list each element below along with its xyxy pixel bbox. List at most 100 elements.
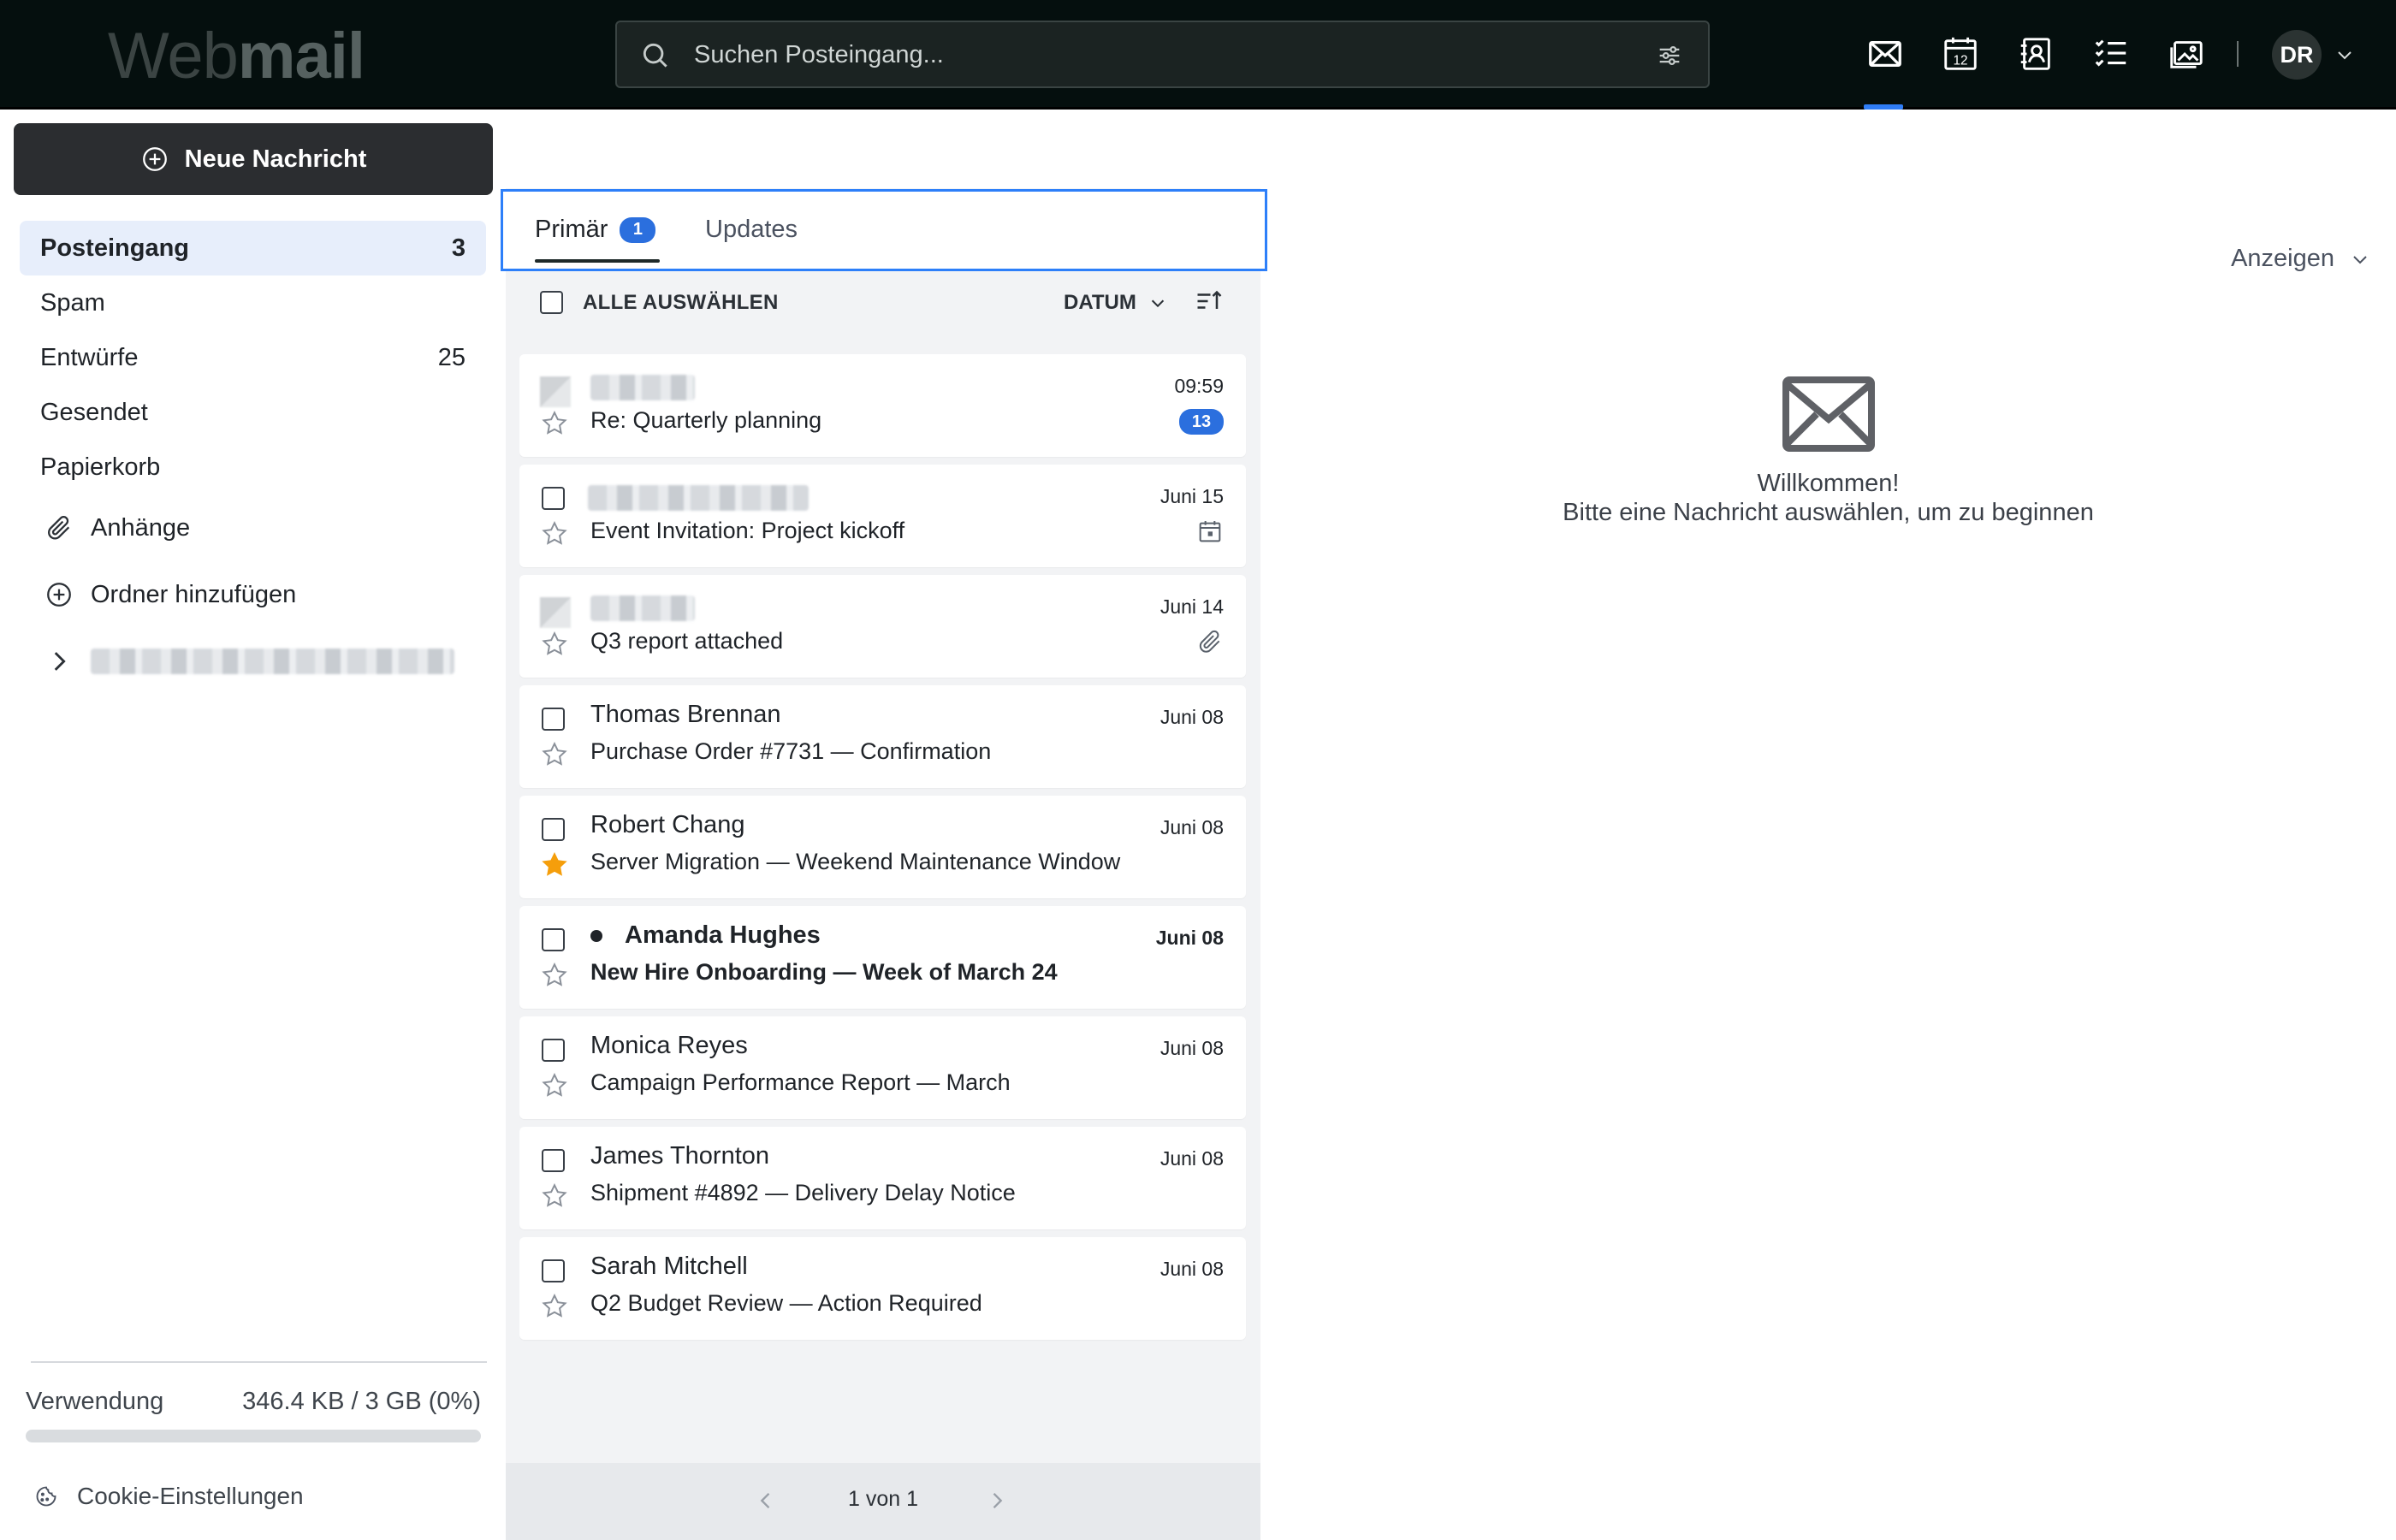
message-row[interactable]: Event Invitation: Project kickoff Juni 1… xyxy=(519,465,1246,567)
pagination: 1 von 1 xyxy=(506,1463,1260,1540)
message-row[interactable]: Robert Chang Server Migration — Weekend … xyxy=(519,796,1246,898)
folder-spam[interactable]: Spam xyxy=(20,275,486,330)
star-icon[interactable] xyxy=(540,1292,569,1321)
attachments-label: Anhänge xyxy=(91,513,191,542)
star-icon[interactable] xyxy=(540,519,569,548)
message-subject: New Hire Onboarding — Week of March 24 xyxy=(590,959,1058,985)
folder-label: Entwürfe xyxy=(40,343,139,371)
message-row[interactable]: Re: Quarterly planning 09:59 13 xyxy=(519,354,1246,457)
message-checkbox[interactable] xyxy=(542,1259,565,1282)
sort-direction-icon[interactable] xyxy=(1194,286,1225,317)
star-icon[interactable] xyxy=(540,961,569,990)
message-row[interactable]: Sarah Mitchell Q2 Budget Review — Action… xyxy=(519,1237,1246,1340)
calendar-icon: 12 xyxy=(1944,37,1977,70)
photos-icon xyxy=(2170,41,2203,68)
message-row[interactable]: Q3 report attached Juni 14 xyxy=(519,575,1246,678)
svg-text:12: 12 xyxy=(1953,53,1967,68)
view-options-button[interactable]: Anzeigen xyxy=(2231,245,2370,273)
message-subject: Re: Quarterly planning xyxy=(590,407,822,433)
plus-circle-icon xyxy=(47,583,71,607)
welcome-text: Bitte eine Nachricht auswählen, um zu be… xyxy=(1563,499,2094,526)
folder-count: 3 xyxy=(451,234,466,262)
app-logo[interactable]: Webmail xyxy=(108,21,365,92)
plus-circle-icon xyxy=(142,147,167,171)
sender-name-redacted xyxy=(590,595,695,621)
contacts-app-button[interactable] xyxy=(2016,34,2055,74)
list-header xyxy=(506,110,1260,188)
tab-updates[interactable]: Updates xyxy=(705,216,798,244)
tab-label: Primär xyxy=(535,216,608,243)
welcome-title: Willkommen! xyxy=(1757,470,1900,497)
storage-usage-value: 346.4 KB / 3 GB (0%) xyxy=(242,1388,481,1415)
message-subject: Event Invitation: Project kickoff xyxy=(590,518,905,543)
tab-bar: Primär 1 Updates xyxy=(501,189,1267,271)
message-checkbox[interactable] xyxy=(542,928,565,951)
message-checkbox[interactable] xyxy=(542,708,565,731)
account-tree-item[interactable] xyxy=(44,647,454,676)
thread-count-badge: 13 xyxy=(1179,409,1224,435)
message-checkbox[interactable] xyxy=(542,1039,565,1062)
message-checkbox[interactable] xyxy=(542,818,565,841)
message-subject: Shipment #4892 — Delivery Delay Notice xyxy=(590,1180,1016,1205)
view-options-label: Anzeigen xyxy=(2231,245,2334,272)
cookie-settings-label: Cookie-Einstellungen xyxy=(77,1483,304,1509)
calendar-icon xyxy=(1199,521,1221,542)
mail-app-button[interactable] xyxy=(1864,34,1905,110)
calendar-app-button[interactable]: 12 xyxy=(1941,34,1980,74)
folder-drafts[interactable]: Entwürfe 25 xyxy=(20,330,486,385)
reading-header: Anzeigen xyxy=(1260,110,2396,272)
star-icon[interactable] xyxy=(540,630,569,659)
storage-usage-label: Verwendung xyxy=(26,1388,164,1415)
message-subject: Q3 report attached xyxy=(590,628,784,654)
message-date: Juni 15 xyxy=(1159,485,1224,507)
message-subject: Purchase Order #7731 — Confirmation xyxy=(590,738,992,764)
message-row[interactable]: Monica Reyes Campaign Performance Report… xyxy=(519,1016,1246,1119)
chevron-down-icon[interactable] xyxy=(2334,44,2355,65)
message-row-unread[interactable]: Amanda Hughes New Hire Onboarding — Week… xyxy=(519,906,1246,1009)
folder-label: Papierkorb xyxy=(40,453,161,481)
select-all-label[interactable]: ALLE AUSWÄHLEN xyxy=(583,291,779,315)
folder-label: Gesendet xyxy=(40,398,148,426)
chevron-right-icon[interactable] xyxy=(44,647,74,676)
sender-name: Monica Reyes xyxy=(590,1032,748,1059)
add-folder-button[interactable]: Ordner hinzufügen xyxy=(44,580,296,609)
tasks-icon xyxy=(2095,39,2126,67)
message-date: Juni 08 xyxy=(1159,1147,1224,1170)
search-box[interactable] xyxy=(615,21,1710,88)
message-row[interactable]: James Thornton Shipment #4892 — Delivery… xyxy=(519,1127,1246,1229)
star-icon[interactable] xyxy=(540,740,569,769)
add-folder-label: Ordner hinzufügen xyxy=(91,580,297,608)
page-indicator: 1 von 1 xyxy=(847,1487,918,1511)
search-icon xyxy=(643,43,667,68)
message-checkbox[interactable] xyxy=(542,1149,565,1172)
star-icon[interactable] xyxy=(540,1182,569,1211)
folder-inbox[interactable]: Posteingang 3 xyxy=(20,221,486,275)
folder-count: 25 xyxy=(437,343,466,371)
select-all-checkbox[interactable] xyxy=(540,291,563,314)
sort-dropdown[interactable]: DATUM xyxy=(1064,291,1167,315)
message-date: Juni 08 xyxy=(1159,1258,1224,1280)
star-icon[interactable] xyxy=(540,409,569,438)
compose-button[interactable]: Neue Nachricht xyxy=(14,123,493,195)
search-input[interactable] xyxy=(694,33,1592,77)
folder-sent[interactable]: Gesendet xyxy=(20,385,486,440)
sender-name: Amanda Hughes xyxy=(590,921,821,950)
message-row[interactable]: Thomas Brennan Purchase Order #7731 — Co… xyxy=(519,685,1246,788)
compose-label: Neue Nachricht xyxy=(184,145,367,173)
message-checkbox[interactable] xyxy=(542,487,565,510)
star-filled-icon[interactable] xyxy=(540,850,569,880)
toolbar-divider xyxy=(2237,41,2239,67)
cookie-settings-link[interactable]: Cookie-Einstellungen xyxy=(34,1483,304,1510)
chevron-right-icon[interactable] xyxy=(985,1489,1009,1513)
tab-label: Updates xyxy=(705,216,798,243)
empty-reading-pane: Willkommen! Bitte eine Nachricht auswähl… xyxy=(1260,376,2396,527)
photos-app-button[interactable] xyxy=(2167,34,2206,74)
tasks-app-button[interactable] xyxy=(2091,34,2131,74)
filter-sliders-icon[interactable] xyxy=(1655,41,1684,70)
tab-primary[interactable]: Primär 1 xyxy=(535,216,656,244)
attachments-link[interactable]: Anhänge xyxy=(44,513,190,542)
list-toolbar: ALLE AUSWÄHLEN DATUM xyxy=(506,272,1260,341)
star-icon[interactable] xyxy=(540,1071,569,1100)
folder-trash[interactable]: Papierkorb xyxy=(20,440,486,495)
user-avatar[interactable]: DR xyxy=(2272,30,2322,80)
